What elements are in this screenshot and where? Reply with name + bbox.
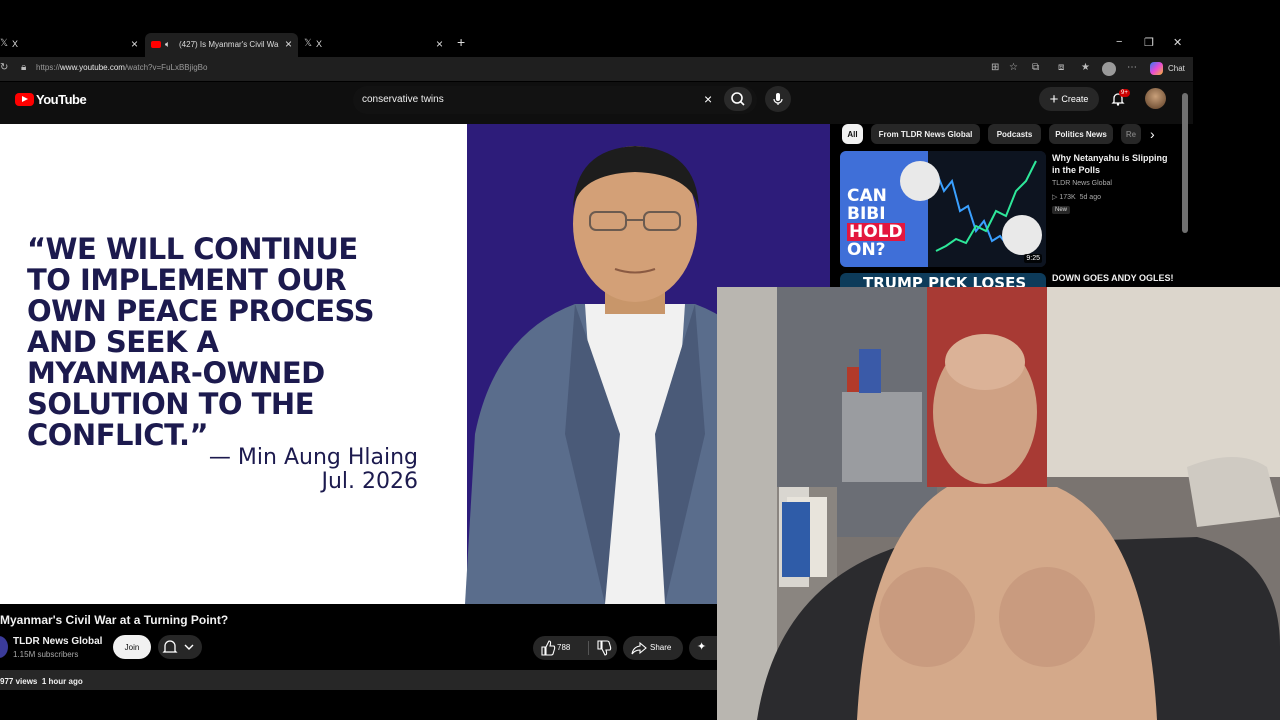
tab-strip: 𝕏 X × 🔈︎ (427) Is Myanmar's Civil War a … bbox=[0, 30, 1193, 57]
bell-icon bbox=[162, 640, 194, 653]
recommended-thumbnail[interactable]: CAN BIBI HOLD ON? 9:25 bbox=[840, 151, 1046, 267]
subscription-bell-button[interactable] bbox=[158, 635, 202, 659]
tab-label: (427) Is Myanmar's Civil War a bbox=[179, 40, 279, 49]
divider bbox=[588, 641, 589, 655]
webcam-overlay bbox=[717, 287, 1280, 720]
channel-name[interactable]: TLDR News Global bbox=[13, 636, 102, 647]
minimize-button[interactable]: − bbox=[1116, 36, 1122, 48]
create-button[interactable]: + Create bbox=[1039, 87, 1099, 111]
chevron-right-icon[interactable]: › bbox=[1150, 126, 1155, 142]
microphone-icon bbox=[773, 93, 783, 105]
thumb-text: CAN BIBI HOLD ON? bbox=[847, 186, 905, 260]
close-window-button[interactable]: ✕ bbox=[1173, 36, 1182, 49]
thumbs-down-icon bbox=[597, 640, 612, 656]
chip-truncated[interactable]: Re bbox=[1121, 124, 1141, 144]
tab-close-icon[interactable]: × bbox=[285, 37, 292, 51]
search-button[interactable] bbox=[724, 87, 752, 111]
duration-badge: 9:25 bbox=[1024, 254, 1042, 263]
create-label: Create bbox=[1061, 94, 1089, 104]
voice-search-button[interactable] bbox=[765, 86, 791, 112]
split-screen-icon[interactable]: ⧈ bbox=[1058, 62, 1064, 73]
app-install-icon[interactable]: ⊞ bbox=[991, 62, 999, 73]
like-button[interactable]: 788 bbox=[533, 636, 588, 660]
youtube-header: YouTube conservative twins × + Create 9+ bbox=[0, 82, 1193, 124]
youtube-play-icon bbox=[15, 93, 34, 106]
subscriber-count: 1.15M subscribers bbox=[13, 650, 79, 659]
chat-label[interactable]: Chat bbox=[1168, 64, 1185, 73]
tab-label: X bbox=[12, 39, 19, 49]
search-input[interactable]: conservative twins bbox=[362, 94, 444, 105]
chip-from-channel[interactable]: From TLDR News Global bbox=[871, 124, 980, 144]
youtube-favicon-icon bbox=[151, 41, 161, 48]
view-stats: 977 views 1 hour ago bbox=[0, 677, 83, 686]
page-scrollbar[interactable] bbox=[1182, 93, 1188, 233]
like-count: 788 bbox=[557, 643, 571, 652]
recommended-channel[interactable]: TLDR News Global bbox=[1052, 180, 1112, 187]
notification-badge: 9+ bbox=[1119, 89, 1130, 97]
profile-icon[interactable] bbox=[1102, 62, 1116, 76]
thumbs-up-icon bbox=[541, 640, 556, 656]
video-quote-text: “WE WILL CONTINUE TO IMPLEMENT OUR OWN P… bbox=[27, 232, 375, 452]
screen: 𝕏 X × 🔈︎ (427) Is Myanmar's Civil War a … bbox=[0, 0, 1280, 720]
like-dislike-group: 788 bbox=[533, 636, 617, 660]
address-bar: ↻ 🔒︎ https://www.youtube.com/watch?v=FuL… bbox=[0, 57, 1193, 81]
favorites-icon[interactable]: ★ bbox=[1081, 62, 1090, 73]
plus-icon: + bbox=[1049, 90, 1059, 108]
refresh-icon[interactable]: ↻ bbox=[0, 62, 8, 73]
account-avatar[interactable] bbox=[1145, 88, 1166, 109]
more-menu-icon[interactable]: ⋯ bbox=[1127, 62, 1137, 73]
recommended-title-2[interactable]: DOWN GOES ANDY OGLES! bbox=[1052, 273, 1174, 283]
webcam-scene bbox=[717, 287, 1280, 720]
chip-politics-news[interactable]: Politics News bbox=[1049, 124, 1113, 144]
description-box[interactable] bbox=[0, 670, 717, 690]
share-button[interactable]: Share bbox=[623, 636, 683, 660]
join-button[interactable]: Join bbox=[113, 635, 151, 659]
extensions-icon[interactable]: ⧉ bbox=[1032, 62, 1039, 73]
x-logo-icon: 𝕏 bbox=[0, 38, 9, 49]
recommended-title[interactable]: Why Netanyahu is Slipping in the Polls bbox=[1052, 152, 1177, 176]
search-box[interactable]: conservative twins × bbox=[353, 86, 757, 114]
url-field[interactable]: https://www.youtube.com/watch?v=FuLxBBji… bbox=[36, 63, 207, 72]
channel-avatar[interactable] bbox=[0, 636, 8, 658]
clear-search-icon[interactable]: × bbox=[704, 91, 712, 107]
speaker-icon[interactable]: 🔈︎ bbox=[165, 39, 170, 50]
x-logo-icon: 𝕏 bbox=[304, 38, 313, 49]
recommended-thumbnail-2[interactable]: TRUMP PICK LOSES bbox=[840, 273, 1046, 287]
video-title: Myanmar's Civil War at a Turning Point? bbox=[0, 613, 229, 627]
tab-x-2[interactable]: 𝕏 X × bbox=[298, 33, 450, 57]
search-icon bbox=[731, 92, 745, 106]
restore-button[interactable]: ❐ bbox=[1144, 36, 1154, 49]
share-label: Share bbox=[650, 643, 672, 652]
quote-attribution: — Min Aung Hlaing Jul. 2026 bbox=[208, 445, 418, 494]
tab-youtube[interactable]: 🔈︎ (427) Is Myanmar's Civil War a × bbox=[145, 33, 298, 57]
recommended-meta: ▷ 173K 5d ago bbox=[1052, 194, 1101, 201]
dislike-button[interactable] bbox=[590, 636, 617, 660]
new-badge: New bbox=[1052, 206, 1071, 214]
lock-icon[interactable]: 🔒︎ bbox=[21, 62, 26, 73]
new-tab-button[interactable]: + bbox=[457, 34, 465, 50]
tab-x-1[interactable]: 𝕏 X × bbox=[0, 33, 145, 57]
sparkle-icon: ✦ bbox=[697, 641, 707, 653]
chip-podcasts[interactable]: Podcasts bbox=[988, 124, 1041, 144]
tab-close-icon[interactable]: × bbox=[436, 37, 443, 51]
share-arrow-icon bbox=[631, 641, 647, 655]
youtube-logo[interactable]: YouTube bbox=[15, 92, 87, 107]
favorite-star-icon[interactable]: ☆ bbox=[1009, 62, 1018, 73]
video-player[interactable]: “WE WILL CONTINUE TO IMPLEMENT OUR OWN P… bbox=[0, 124, 830, 604]
tab-close-icon[interactable]: × bbox=[131, 37, 138, 51]
tab-label: X bbox=[316, 39, 323, 49]
youtube-wordmark: YouTube bbox=[36, 92, 87, 107]
chip-all[interactable]: All bbox=[842, 124, 863, 144]
copilot-icon[interactable] bbox=[1150, 62, 1163, 75]
